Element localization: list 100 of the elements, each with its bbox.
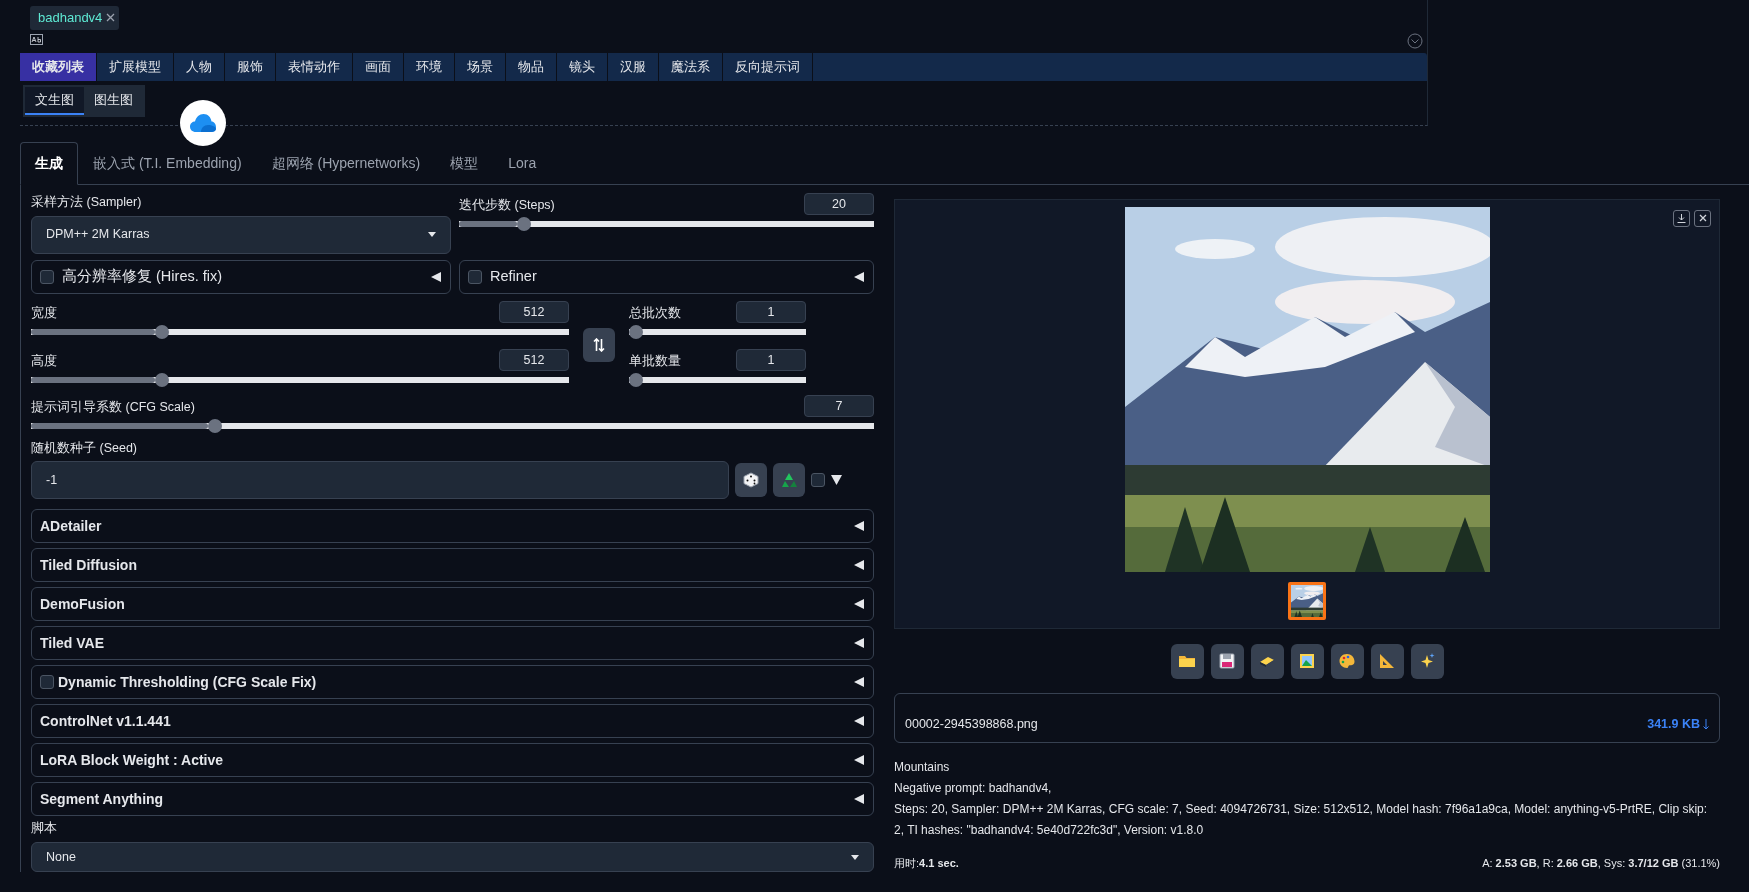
accordion-header[interactable]: ADetailer [31,509,874,544]
slider-thumb[interactable] [517,216,532,231]
slider-thumb[interactable] [154,324,169,339]
close-button[interactable] [1694,209,1711,227]
checkbox[interactable] [40,269,54,284]
accordion-title: Dynamic Thresholding (CFG Scale Fix) [58,672,317,692]
mode-tab[interactable]: 文生图 [25,87,84,115]
collapse-triangle-icon[interactable] [429,270,442,283]
triangle-ruler-icon [1378,652,1396,671]
category-tab[interactable]: 环境 [404,52,455,82]
chevron-down-icon[interactable] [1407,33,1423,49]
category-tab[interactable]: 画面 [353,52,404,82]
number-field[interactable]: 20 [804,192,874,215]
cloud-app-icon[interactable] [180,100,226,146]
field-label: 脚本 [31,820,58,838]
slider-thumb[interactable] [629,324,643,339]
collapse-triangle-icon[interactable] [852,676,865,689]
swap-button[interactable] [583,327,615,362]
send-to-inpaint-button[interactable] [1330,643,1364,679]
accordion-title: ADetailer [40,516,102,536]
main-tab[interactable]: 模型 [435,141,494,185]
checkbox[interactable] [468,269,482,284]
category-tab[interactable]: 汉服 [608,52,659,82]
collapse-triangle-icon[interactable] [852,270,865,283]
seed-field[interactable]: -1 [31,461,729,500]
slider-label: 高度 [31,352,57,370]
slider-label: 提示词引导系数 (CFG Scale) [31,398,195,416]
category-tab[interactable]: 收藏列表 [20,52,97,82]
accordion-header[interactable]: LoRA Block Weight : Active [31,743,874,778]
script-dropdown[interactable]: None [31,842,874,872]
number-field[interactable]: 512 [499,300,569,323]
category-tab[interactable]: 镜头 [557,52,608,82]
dropdown-value: None [46,848,76,866]
collapse-triangle-icon[interactable] [852,520,865,533]
slider-thumb[interactable] [154,372,169,387]
number-field[interactable]: 1 [736,348,806,371]
caret-down-icon [851,854,859,860]
main-tab[interactable]: 生成 [20,141,78,185]
number-field[interactable]: 7 [804,394,874,417]
random-seed-button[interactable] [735,463,767,498]
save-button[interactable] [1210,643,1244,679]
sampler-dropdown[interactable]: DPM++ 2M Karras [31,215,451,254]
hires-fix-accordion[interactable]: 高分辨率修复 (Hires. fix) [31,259,451,294]
accordion-header[interactable]: Tiled Diffusion [31,548,874,583]
extras-button[interactable] [1410,643,1444,679]
checkbox[interactable] [811,473,825,488]
slider-thumb[interactable] [629,372,643,387]
number-field[interactable]: 1 [736,300,806,323]
main-tab[interactable]: Lora [493,141,552,185]
file-size-link[interactable]: 341.9 KB [1647,715,1709,734]
collapse-triangle-icon[interactable] [852,715,865,728]
swap-arrows-icon [593,337,605,352]
open-folder-button[interactable] [1170,643,1204,679]
send-to-img2img-button[interactable] [1290,643,1324,679]
prompt-tag[interactable]: badhandv4 [30,6,120,30]
collapse-triangle-icon[interactable] [852,793,865,806]
thumbnail[interactable] [1288,581,1326,620]
accordion-title: 高分辨率修复 (Hires. fix) [62,266,223,286]
slider-thumb[interactable] [208,418,222,433]
zip-button[interactable] [1250,643,1284,679]
close-icon[interactable] [106,13,116,23]
accordion-header[interactable]: DemoFusion [31,587,874,622]
slider-label: 迭代步数 (Steps) [459,197,555,214]
accordion-title: Refiner [490,266,537,286]
slider-label: 单批数量 [629,352,681,370]
expand-triangle-icon[interactable] [831,475,842,486]
close-icon [1698,214,1707,223]
mode-tab[interactable]: 图生图 [84,87,143,115]
accordion-header[interactable]: Tiled VAE [31,626,874,661]
reuse-seed-button[interactable] [773,463,805,498]
category-tab[interactable]: 场景 [455,52,506,82]
collapse-triangle-icon[interactable] [852,559,865,572]
collapse-triangle-icon[interactable] [852,598,865,611]
generation-time: 用时:4.1 sec. [894,855,959,871]
download-button[interactable] [1673,209,1690,227]
accordion-header[interactable]: Dynamic Thresholding (CFG Scale Fix) [31,665,874,700]
category-tab[interactable]: 人物 [174,52,225,82]
checkbox[interactable] [40,675,54,690]
accordion-title: Tiled VAE [40,633,105,653]
download-arrow-icon [1703,718,1709,730]
category-tab[interactable]: 表情动作 [276,52,353,82]
picture-icon [1298,652,1316,671]
main-tab[interactable]: 嵌入式 (T.I. Embedding) [78,141,257,185]
category-tab[interactable]: 扩展模型 [97,52,174,82]
send-to-extras-button[interactable] [1370,643,1404,679]
dropdown-value: DPM++ 2M Karras [46,226,150,244]
number-field[interactable]: 512 [499,348,569,371]
category-tab[interactable]: 反向提示词 [723,52,813,82]
accordion-header[interactable]: ControlNet v1.1.441 [31,704,874,739]
category-tab[interactable]: 服饰 [225,52,276,82]
category-tab[interactable]: 魔法系 [659,52,723,82]
main-tab[interactable]: 超网络 (Hypernetworks) [256,141,436,185]
collapse-triangle-icon[interactable] [852,754,865,767]
prompt-text: Mountains [894,758,951,776]
refiner-accordion[interactable]: Refiner [459,259,874,294]
palette-icon [1338,652,1356,671]
accordion-title: Segment Anything [40,789,164,809]
collapse-triangle-icon[interactable] [852,637,865,650]
accordion-header[interactable]: Segment Anything [31,782,874,817]
category-tab[interactable]: 物品 [506,52,557,82]
